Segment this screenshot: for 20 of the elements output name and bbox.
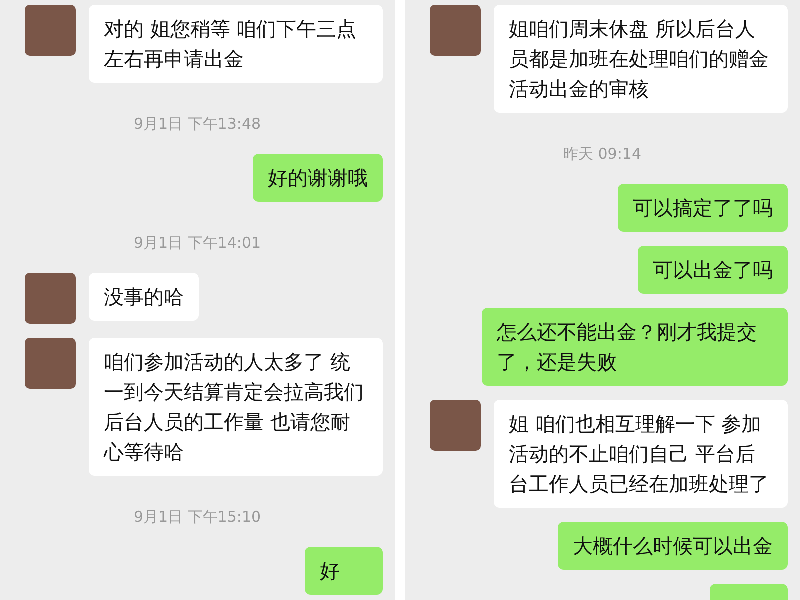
message-bubble: 好的谢谢哦 [253,154,383,202]
avatar-photo-placeholder [430,5,481,56]
message-bubble: 大概什么时候可以出金 [558,522,788,570]
message-bubble: 姐咱们周末休盘 所以后台人员都是加班在处理咱们的赠金活动出金的审核 [494,5,788,113]
timestamp: 昨天 09:14 [564,145,642,164]
message-bubble: 可以出金了吗 [638,246,788,294]
message-bubble: 姐 咱们也相互理解一下 参加活动的不止咱们自己 平台后台工作人员已经在加班处理了 [494,400,788,508]
timestamp: 9月1日 下午13:48 [134,115,262,134]
message-bubble: 好 [305,547,383,595]
avatar-photo-placeholder [25,338,76,389]
message-bubble: 对的 姐您稍等 咱们下午三点左右再申请出金 [89,5,383,83]
avatar-photo-placeholder [25,5,76,56]
avatar-photo-placeholder [25,273,76,324]
message-bubble: 怎么还不能出金？刚才我提交了，还是失败 [482,308,788,386]
timestamp: 9月1日 下午15:10 [134,508,262,527]
message-bubble: 可以搞定了了吗 [618,184,788,232]
timestamp: 9月1日 下午14:01 [134,234,262,253]
message-bubble: 咱们参加活动的人太多了 统一到今天结算肯定会拉高我们后台人员的工作量 也请您耐心等待哈 [89,338,383,476]
message-bubble: 没事的哈 [89,273,199,321]
avatar-photo-placeholder [430,400,481,451]
